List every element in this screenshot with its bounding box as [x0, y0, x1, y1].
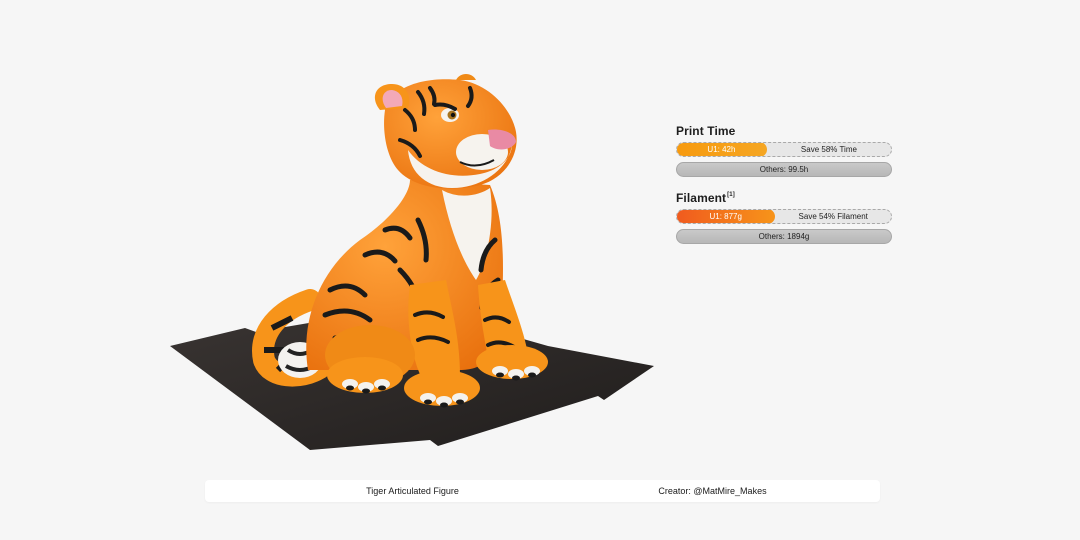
filament-save-label: Save 54% Filament	[798, 212, 868, 221]
comparison-panel: Print Time U1: 42h Save 58% Time Others:…	[676, 124, 892, 244]
filament-title: Filament[1]	[676, 191, 892, 205]
print-time-save-label: Save 58% Time	[800, 145, 857, 154]
filament-u1-bar: U1: 877g Save 54% Filament	[676, 209, 892, 224]
filament-title-text: Filament	[676, 191, 727, 205]
print-time-title: Print Time	[676, 124, 736, 138]
print-time-u1-fill: U1: 42h	[677, 143, 767, 156]
creator-credit: Creator: @MatMire_Makes	[658, 486, 767, 496]
filament-u1-fill: U1: 877g	[677, 210, 776, 223]
print-time-others-bar: Others: 99.5h	[676, 162, 892, 177]
filament-section: Filament[1] U1: 877g Save 54% Filament O…	[676, 191, 892, 244]
tiger-figure-image	[160, 70, 670, 460]
filament-others-bar: Others: 1894g	[676, 229, 892, 244]
caption-bar: Tiger Articulated Figure Creator: @MatMi…	[205, 480, 880, 502]
print-time-section: Print Time U1: 42h Save 58% Time Others:…	[676, 124, 892, 177]
print-time-u1-bar: U1: 42h Save 58% Time	[676, 142, 892, 157]
tiger-figure-illustration	[170, 74, 654, 450]
filament-footnote: [1]	[727, 192, 735, 198]
